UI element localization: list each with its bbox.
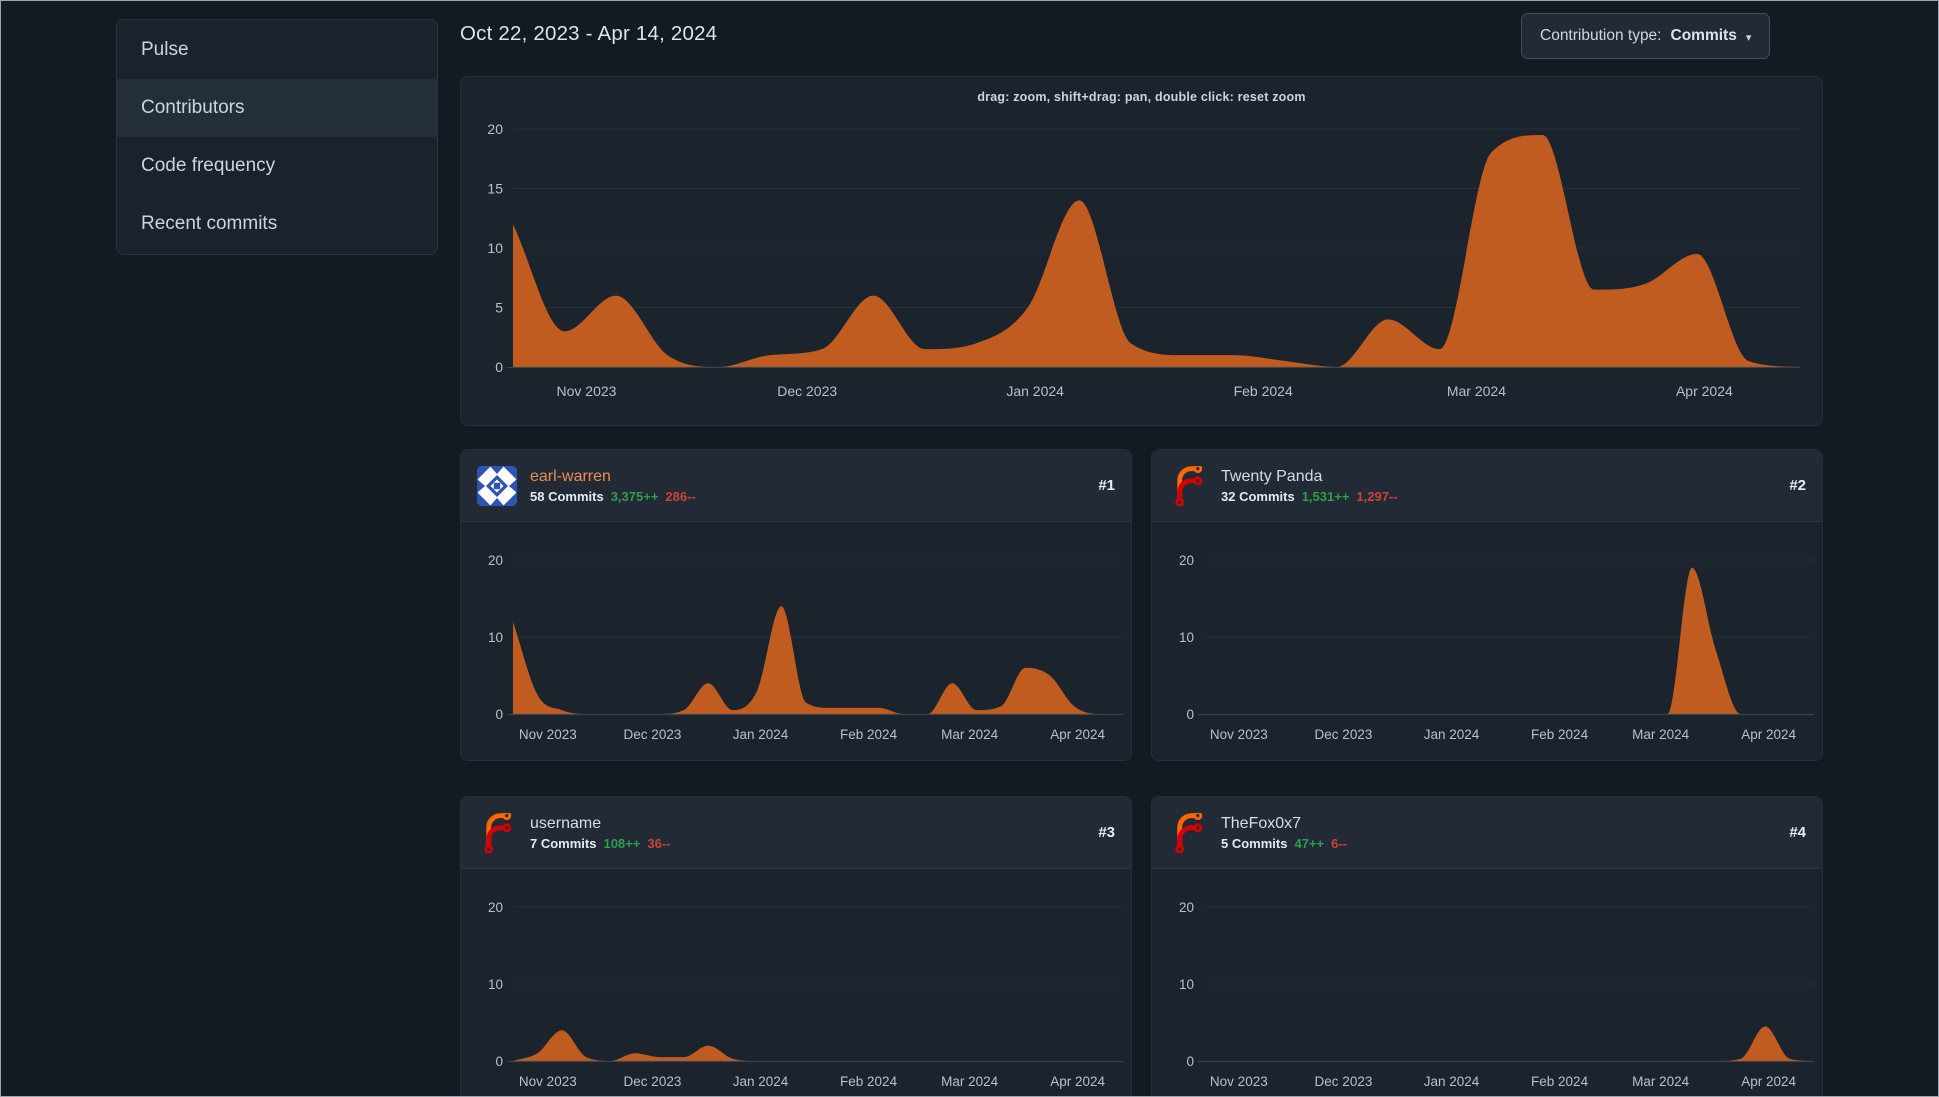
rank-badge: #1: [1098, 477, 1115, 494]
contributor-chart[interactable]: 0 10 20 Nov 2023 Dec 2023 Jan 2024 Feb 2024 Mar…: [1152, 869, 1822, 1097]
svg-text:10: 10: [488, 630, 503, 645]
svg-text:Jan 2024: Jan 2024: [1424, 727, 1480, 742]
contributor-card: Twenty Panda 32 Commits 1,531++ 1,297-- …: [1151, 449, 1823, 761]
sidebar-item-pulse[interactable]: Pulse: [117, 21, 437, 79]
identicon-avatar: [477, 465, 517, 506]
contributor-card: TheFox0x7 5 Commits 47++ 6-- #4 0 10 20 Nov…: [1151, 796, 1823, 1097]
svg-text:0: 0: [1186, 1054, 1194, 1069]
svg-text:Feb 2024: Feb 2024: [1531, 727, 1589, 742]
deletions-count: 286--: [665, 489, 696, 504]
svg-text:Nov 2023: Nov 2023: [557, 383, 617, 399]
svg-text:Jan 2024: Jan 2024: [733, 727, 789, 742]
rank-badge: #2: [1789, 477, 1806, 494]
contribution-type-button[interactable]: Contribution type: Commits ▾: [1521, 13, 1771, 59]
contributors-page: Pulse Contributors Code frequency Recent…: [0, 0, 1939, 1097]
additions-count: 1,531++: [1301, 489, 1350, 504]
contributions-chart[interactable]: 0 5 10 15 20 Nov 2023 Dec 2023 Jan 2024 Feb 2024…: [461, 77, 1822, 425]
svg-text:Feb 2024: Feb 2024: [1234, 383, 1293, 399]
svg-text:Nov 2023: Nov 2023: [519, 1074, 577, 1089]
svg-text:Mar 2024: Mar 2024: [1632, 727, 1690, 742]
svg-text:Mar 2024: Mar 2024: [941, 727, 999, 742]
svg-text:Feb 2024: Feb 2024: [1531, 1074, 1589, 1089]
sidebar-item-recent-commits[interactable]: Recent commits: [117, 195, 437, 253]
contributor-name: TheFox0x7: [1221, 815, 1302, 832]
svg-text:0: 0: [495, 359, 503, 375]
contributor-card: earl-warren 58 Commits 3,375++ 286-- #1 …: [460, 449, 1132, 761]
svg-text:Jan 2024: Jan 2024: [733, 1074, 789, 1089]
dropdown-caret-icon: ▾: [1745, 31, 1752, 44]
svg-text:0: 0: [1186, 707, 1194, 722]
svg-text:20: 20: [487, 121, 503, 137]
additions-count: 108++: [603, 836, 641, 851]
svg-text:Apr 2024: Apr 2024: [1050, 1074, 1105, 1089]
svg-text:10: 10: [487, 240, 503, 256]
contributor-card-header: TheFox0x7 5 Commits 47++ 6-- #4: [1152, 797, 1822, 869]
svg-text:Apr 2024: Apr 2024: [1741, 1074, 1796, 1089]
svg-text:Dec 2023: Dec 2023: [1315, 1074, 1373, 1089]
contributor-commits: 58 Commits: [530, 489, 604, 504]
svg-text:10: 10: [1179, 630, 1194, 645]
contributor-card-header: earl-warren 58 Commits 3,375++ 286-- #1: [461, 450, 1131, 522]
svg-text:Apr 2024: Apr 2024: [1050, 727, 1105, 742]
contributor-chart[interactable]: 0 10 20 Nov 2023 Dec 2023 Jan 2024 Feb 2024 Mar…: [1152, 522, 1822, 760]
svg-text:Apr 2024: Apr 2024: [1676, 383, 1733, 399]
contributor-name: username: [530, 815, 602, 832]
svg-text:0: 0: [495, 707, 503, 722]
svg-text:Dec 2023: Dec 2023: [624, 1074, 682, 1089]
contributor-card-header: Twenty Panda 32 Commits 1,531++ 1,297-- …: [1152, 450, 1822, 522]
svg-text:Nov 2023: Nov 2023: [519, 727, 577, 742]
deletions-count: 6--: [1331, 836, 1348, 851]
contributor-commits: 7 Commits: [530, 836, 597, 851]
main-chart-panel: drag: zoom, shift+drag: pan, double clic…: [460, 76, 1823, 426]
sidebar-item-contributors[interactable]: Contributors: [117, 79, 437, 137]
svg-text:20: 20: [488, 553, 503, 568]
svg-text:Feb 2024: Feb 2024: [840, 1074, 898, 1089]
contribution-type-label: Contribution type:: [1540, 27, 1662, 44]
svg-text:Mar 2024: Mar 2024: [941, 1074, 999, 1089]
forgejo-logo-avatar: [1175, 812, 1203, 853]
svg-text:Dec 2023: Dec 2023: [777, 383, 837, 399]
forgejo-logo-avatar: [1175, 465, 1203, 506]
svg-text:20: 20: [1179, 553, 1194, 568]
contributor-card-header: username 7 Commits 108++ 36-- #3: [461, 797, 1131, 869]
svg-text:Jan 2024: Jan 2024: [1424, 1074, 1480, 1089]
svg-text:10: 10: [488, 977, 503, 992]
activity-sidebar: Pulse Contributors Code frequency Recent…: [116, 19, 438, 255]
svg-text:20: 20: [1179, 900, 1194, 915]
deletions-count: 1,297--: [1356, 489, 1398, 504]
svg-text:Jan 2024: Jan 2024: [1006, 383, 1064, 399]
contributor-chart[interactable]: 0 10 20 Nov 2023 Dec 2023 Jan 2024 Feb 2024 Mar…: [461, 522, 1131, 760]
svg-text:Nov 2023: Nov 2023: [1210, 727, 1268, 742]
contribution-type-value: Commits: [1670, 27, 1737, 44]
svg-text:Feb 2024: Feb 2024: [840, 727, 898, 742]
svg-text:15: 15: [487, 181, 503, 197]
date-range-title: Oct 22, 2023 - Apr 14, 2024: [460, 22, 718, 45]
contributor-commits: 5 Commits: [1221, 836, 1288, 851]
rank-badge: #4: [1789, 824, 1806, 841]
svg-text:Mar 2024: Mar 2024: [1447, 383, 1506, 399]
contributor-commits: 32 Commits: [1221, 489, 1295, 504]
svg-text:Apr 2024: Apr 2024: [1741, 727, 1796, 742]
contributor-name: Twenty Panda: [1221, 468, 1323, 485]
svg-text:Mar 2024: Mar 2024: [1632, 1074, 1690, 1089]
svg-text:0: 0: [495, 1054, 503, 1069]
deletions-count: 36--: [647, 836, 671, 851]
svg-text:20: 20: [488, 900, 503, 915]
svg-text:Dec 2023: Dec 2023: [1315, 727, 1373, 742]
contributor-name[interactable]: earl-warren: [530, 467, 696, 487]
svg-text:Nov 2023: Nov 2023: [1210, 1074, 1268, 1089]
svg-text:Dec 2023: Dec 2023: [624, 727, 682, 742]
additions-count: 47++: [1294, 836, 1325, 851]
contributor-card: username 7 Commits 108++ 36-- #3 0 10 20 No…: [460, 796, 1132, 1097]
additions-count: 3,375++: [610, 489, 659, 504]
forgejo-logo-avatar: [484, 812, 512, 853]
svg-text:5: 5: [495, 300, 503, 316]
svg-text:10: 10: [1179, 977, 1194, 992]
sidebar-item-code-frequency[interactable]: Code frequency: [117, 137, 437, 195]
rank-badge: #3: [1098, 824, 1115, 841]
contributor-chart[interactable]: 0 10 20 Nov 2023 Dec 2023 Jan 2024 Feb 2024 Mar…: [461, 869, 1131, 1097]
